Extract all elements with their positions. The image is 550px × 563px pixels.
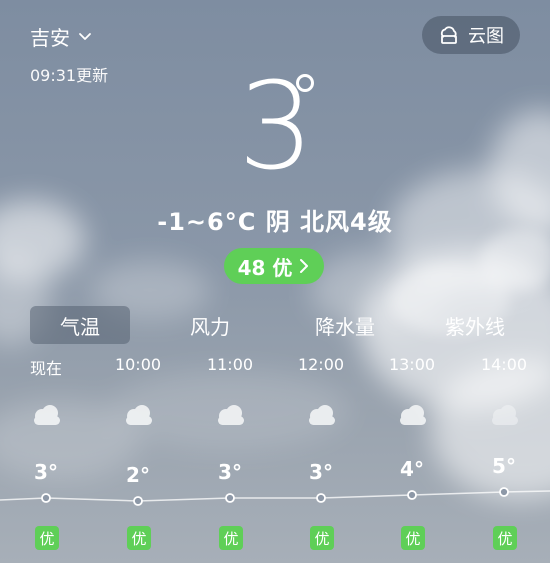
- cloudy-icon: [492, 405, 518, 425]
- tab-temperature-label: 气温: [60, 314, 100, 339]
- cloudy-icon: [309, 405, 335, 425]
- hour-column: 14:00 5° 优: [474, 355, 534, 555]
- cloudy-icon: [126, 405, 152, 425]
- hour-column: 12:00 3° 优: [291, 355, 351, 555]
- hour-column: 11:00 3° 优: [200, 355, 260, 555]
- hour-column: 现在 3° 优: [16, 355, 76, 555]
- hour-time: 13:00: [388, 355, 436, 374]
- aqi-badge: 优: [35, 526, 59, 550]
- forecast-tabs: 气温 风力 降水量 紫外线: [30, 306, 540, 346]
- aqi-label: 48 优: [237, 255, 293, 280]
- aqi-badge: 优: [219, 526, 243, 550]
- cloudy-icon: [400, 405, 426, 425]
- hour-temperature: 4°: [400, 457, 424, 481]
- hour-temperature: 3°: [34, 460, 58, 484]
- hour-time: 11:00: [206, 355, 254, 374]
- aqi-badge: 优: [310, 526, 334, 550]
- city-selector[interactable]: 吉安: [30, 22, 92, 51]
- hour-time: 10:00: [114, 355, 162, 374]
- hourly-forecast: 现在 3° 优 10:00 2° 优 11:00 3° 优 12:00 3° 优 13:00 4° 优 14:…: [0, 355, 550, 555]
- temperature-trend-line: [0, 487, 550, 506]
- tab-temperature[interactable]: 气温: [30, 306, 130, 344]
- tab-wind[interactable]: 风力: [160, 306, 260, 344]
- aqi-badge: 优: [493, 526, 517, 550]
- tab-wind-label: 风力: [190, 314, 230, 339]
- aqi-badge: 优: [127, 526, 151, 550]
- hour-time: 14:00: [480, 355, 528, 374]
- current-temperature: 3: [0, 68, 550, 188]
- hour-column: 13:00 4° 优: [382, 355, 442, 555]
- cloud-map-icon: [440, 26, 457, 44]
- cloud-map-button[interactable]: 云图: [422, 16, 520, 54]
- city-name: 吉安: [30, 26, 70, 50]
- tab-precipitation[interactable]: 降水量: [290, 306, 400, 344]
- hour-temperature: 3°: [309, 460, 333, 484]
- tab-uv[interactable]: 紫外线: [420, 306, 530, 344]
- tab-uv-label: 紫外线: [445, 314, 505, 339]
- cloudy-icon: [218, 405, 244, 425]
- cloudy-icon: [34, 405, 60, 425]
- hour-temperature: 5°: [492, 454, 516, 478]
- weather-summary: -1~6°C 阴 北风4级: [157, 208, 393, 236]
- cloud-map-label: 云图: [468, 26, 504, 47]
- aqi-button[interactable]: 48 优: [224, 248, 324, 284]
- hour-time: 现在: [29, 359, 62, 378]
- aqi-badge: 优: [401, 526, 425, 550]
- degree-symbol: [296, 74, 314, 92]
- chevron-right-icon: [300, 259, 309, 273]
- hour-column: 10:00 2° 优: [108, 355, 168, 555]
- chevron-down-icon: [79, 32, 91, 40]
- hour-temperature: 3°: [218, 460, 242, 484]
- hour-temperature: 2°: [126, 463, 150, 487]
- tab-precipitation-label: 降水量: [315, 314, 375, 339]
- hour-time: 12:00: [297, 355, 345, 374]
